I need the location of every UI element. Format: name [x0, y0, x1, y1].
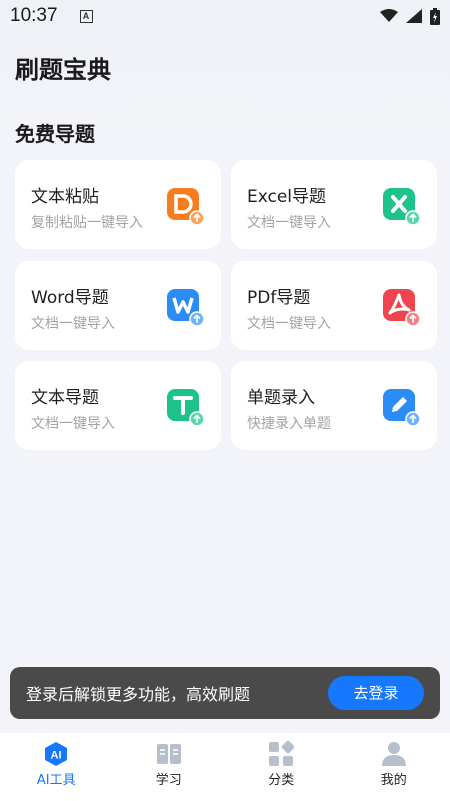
signal-icon [406, 9, 422, 23]
card-excel-import[interactable]: Excel导题 文档一键导入 [231, 160, 437, 249]
tab-label: AI工具 [36, 773, 76, 788]
card-title: 文本导题 [31, 388, 99, 408]
battery-icon [430, 7, 440, 25]
status-time: 10:37 [10, 5, 58, 26]
status-bar: 10:37 A [0, 0, 450, 32]
ai-icon: AI [45, 742, 67, 766]
section-title: 免费导题 [15, 122, 95, 146]
bottom-tab-bar: AI AI工具 学习 分类 我的 [0, 733, 450, 801]
wifi-icon [380, 9, 398, 22]
card-subtitle: 文档一键导入 [247, 215, 331, 231]
login-button[interactable]: 去登录 [328, 676, 424, 710]
card-subtitle: 文档一键导入 [247, 316, 331, 332]
pdf-icon [383, 289, 421, 327]
card-title: Excel导题 [247, 187, 327, 207]
word-icon [167, 289, 205, 327]
status-icons [380, 7, 440, 25]
card-text-import[interactable]: 文本导题 文档一键导入 [15, 361, 221, 450]
notification-icon: A [79, 9, 93, 23]
card-title: 单题录入 [247, 388, 315, 408]
tab-mine[interactable]: 我的 [338, 733, 450, 801]
card-title: PDf导题 [247, 288, 311, 308]
card-title: 文本粘贴 [31, 187, 99, 207]
card-subtitle: 文档一键导入 [31, 416, 115, 432]
login-toast: 登录后解锁更多功能，高效刷题 去登录 [10, 667, 440, 719]
person-icon [381, 742, 406, 766]
card-text-paste[interactable]: 文本粘贴 复制粘贴一键导入 [15, 160, 221, 249]
card-title: Word导题 [31, 288, 109, 308]
tab-category[interactable]: 分类 [225, 733, 338, 801]
text-doc-icon [167, 389, 205, 427]
book-icon [156, 744, 181, 764]
tab-study[interactable]: 学习 [113, 733, 226, 801]
card-subtitle: 文档一键导入 [31, 316, 115, 332]
pen-edit-icon [383, 389, 421, 427]
card-pdf-import[interactable]: PDf导题 文档一键导入 [231, 261, 437, 350]
tab-label: 我的 [380, 773, 407, 788]
card-single-entry[interactable]: 单题录入 快捷录入单题 [231, 361, 437, 450]
category-icon [269, 741, 294, 766]
tab-ai-tools[interactable]: AI AI工具 [0, 733, 113, 801]
card-word-import[interactable]: Word导题 文档一键导入 [15, 261, 221, 350]
page-title: 刷题宝典 [15, 56, 111, 84]
card-subtitle: 快捷录入单题 [247, 416, 331, 432]
card-subtitle: 复制粘贴一键导入 [31, 215, 143, 231]
svg-text:AI: AI [51, 750, 62, 762]
tab-label: 学习 [155, 773, 182, 788]
paste-doc-icon [167, 188, 205, 226]
tab-label: 分类 [268, 773, 295, 788]
excel-icon [383, 188, 421, 226]
toast-message: 登录后解锁更多功能，高效刷题 [26, 685, 251, 704]
